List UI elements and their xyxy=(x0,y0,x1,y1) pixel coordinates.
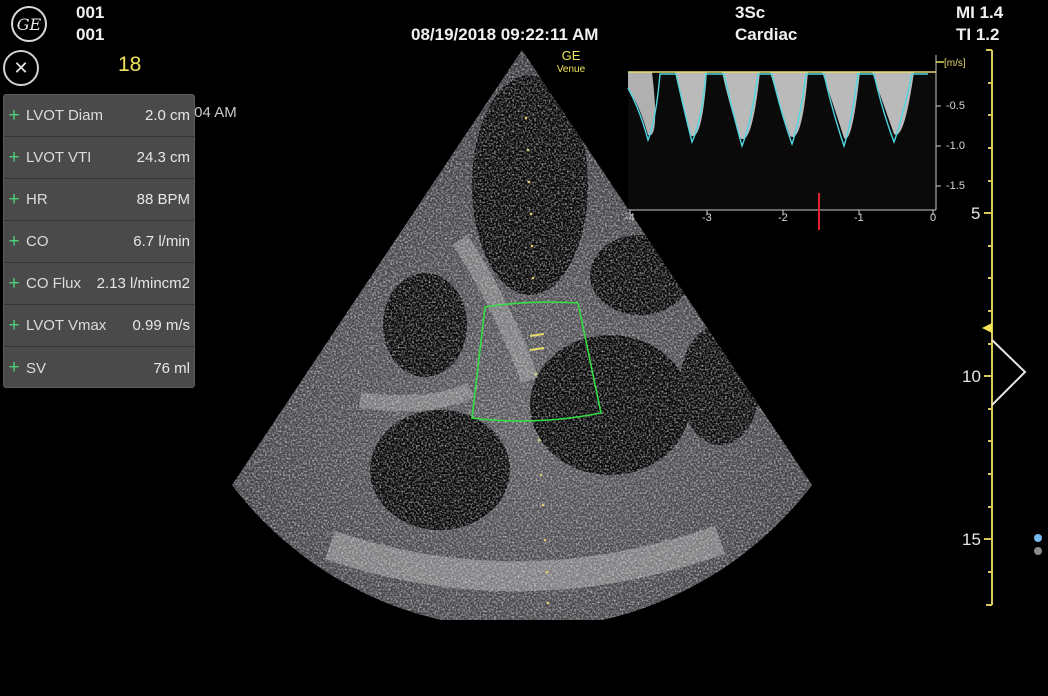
depth-label: 10 xyxy=(962,367,981,386)
page-dot[interactable] xyxy=(1034,547,1042,555)
plus-icon[interactable]: + xyxy=(4,189,24,211)
measurement-value: 76 ml xyxy=(153,359,190,377)
doppler-x-tick: -2 xyxy=(778,212,788,224)
measurement-label: LVOT VTI xyxy=(26,149,92,166)
measurement-label: HR xyxy=(26,191,48,208)
doppler-x-tick: -1 xyxy=(854,212,864,224)
measurement-row-lvot-diam[interactable]: + LVOT Diam 2.0 cm xyxy=(4,95,194,137)
doppler-unit: [m/s] xyxy=(944,58,966,69)
measurement-label: SV xyxy=(26,359,47,377)
measurement-row-lvot-vmax[interactable]: + LVOT Vmax 0.99 m/s xyxy=(4,305,194,347)
doppler-y-tick: -1.0 xyxy=(946,140,965,152)
device-model: Venue xyxy=(556,64,586,75)
focus-marker-icon[interactable] xyxy=(982,323,992,333)
doppler-x-tick: 0 xyxy=(930,212,937,224)
plus-icon[interactable]: + xyxy=(4,231,24,253)
measurement-value: 88 BPM xyxy=(136,191,190,208)
plus-icon[interactable]: + xyxy=(4,105,24,127)
depth-label: 5 xyxy=(971,204,981,223)
plus-icon[interactable]: + xyxy=(4,147,24,169)
measurement-label: LVOT Vmax xyxy=(26,317,107,334)
plus-icon[interactable]: + xyxy=(4,357,24,379)
measurement-row-co-flux[interactable]: + CO Flux 2.13 l/mincm2 xyxy=(4,263,194,305)
depth-label: 15 xyxy=(962,530,981,549)
doppler-spectrum xyxy=(627,50,944,230)
depth-chevron-icon[interactable] xyxy=(991,339,1027,406)
doppler-x-tick: -3 xyxy=(702,212,712,224)
measurement-row-sv[interactable]: + SV 76 ml xyxy=(4,347,194,389)
measurement-row-lvot-vti[interactable]: + LVOT VTI 24.3 cm xyxy=(4,137,194,179)
plus-icon[interactable]: + xyxy=(4,273,24,295)
doppler-y-tick: -0.5 xyxy=(946,100,965,112)
measurement-value: 2.13 l/mincm2 xyxy=(96,275,190,292)
measurement-value: 2.0 cm xyxy=(144,107,190,124)
doppler-x-tick: -4 xyxy=(625,212,635,224)
measurement-row-co[interactable]: + CO 6.7 l/min xyxy=(4,221,194,263)
measurement-label: CO Flux xyxy=(26,275,82,292)
measurement-row-hr[interactable]: + HR 88 BPM xyxy=(4,179,194,221)
measurement-panel: + LVOT Diam 2.0 cm + LVOT VTI 24.3 cm + … xyxy=(3,94,195,388)
measurement-value: 6.7 l/min xyxy=(133,233,190,250)
doppler-y-tick: -1.5 xyxy=(946,180,965,192)
page-dot-active[interactable] xyxy=(1034,534,1042,542)
measurement-label: CO xyxy=(26,233,49,250)
plus-icon[interactable]: + xyxy=(4,315,24,337)
measurement-value: 24.3 cm xyxy=(136,149,190,166)
device-brand: GE xyxy=(561,48,581,63)
measurement-label: LVOT Diam xyxy=(26,107,103,124)
measurement-value: 0.99 m/s xyxy=(132,317,190,334)
device-mark: GE Venue xyxy=(541,49,601,77)
